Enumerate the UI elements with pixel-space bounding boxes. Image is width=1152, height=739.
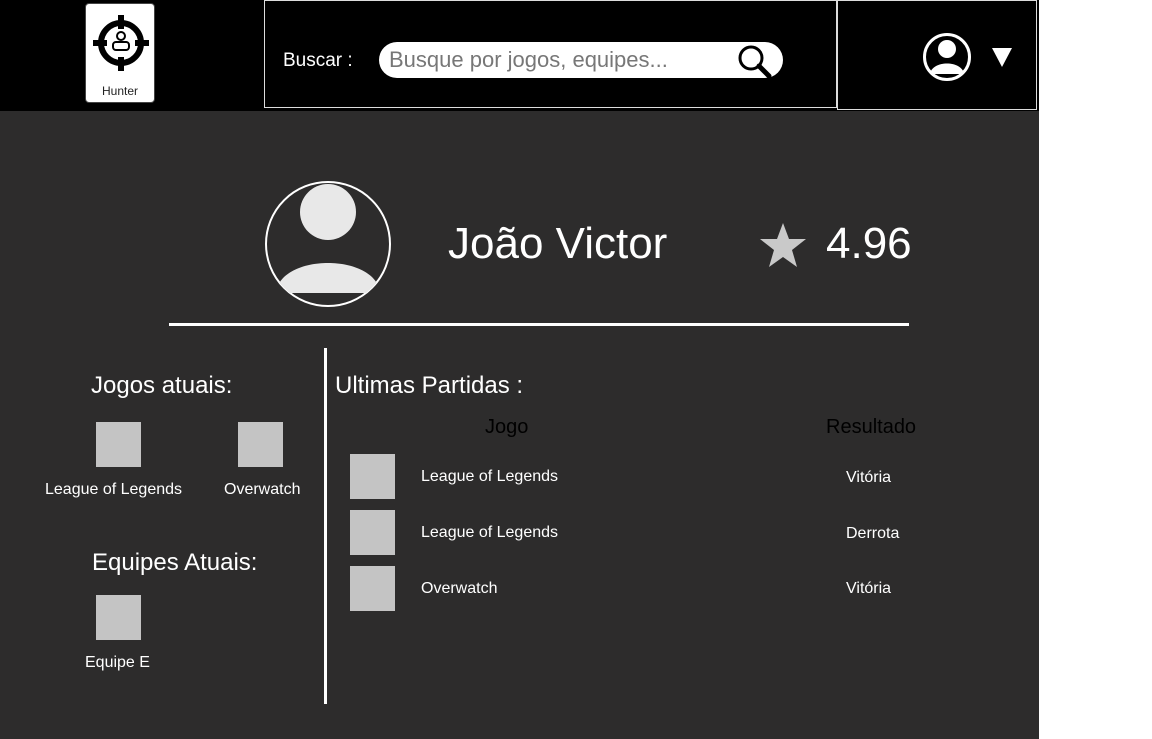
search-input[interactable] [389,46,719,74]
search-box[interactable] [379,42,783,78]
top-bar: Hunter Buscar : [0,0,1039,111]
match-game[interactable]: Overwatch [421,580,497,598]
user-avatar-icon[interactable] [923,32,971,82]
team-thumbnail-equipe-e[interactable] [96,595,141,640]
game-label-league-of-legends[interactable]: League of Legends [45,481,182,499]
match-thumbnail[interactable] [350,454,395,499]
match-thumbnail[interactable] [350,566,395,611]
search-label: Buscar : [283,50,353,71]
match-result: Vitória [846,469,892,486]
game-thumbnail-overwatch[interactable] [238,422,283,467]
recent-matches-title: Ultimas Partidas : [335,372,524,399]
profile-rating: 4.96 [826,219,912,268]
column-header-game: Jogo [485,416,529,438]
game-thumbnail-league-of-legends[interactable] [96,422,141,467]
search-icon[interactable] [735,44,779,78]
match-result: Vitória [846,580,892,597]
current-teams-title: Equipes Atuais: [92,549,258,576]
match-game[interactable]: League of Legends [421,468,558,486]
current-games-title: Jogos atuais: [91,372,233,399]
team-label-equipe-e[interactable]: Equipe E [85,654,150,672]
match-game[interactable]: League of Legends [421,524,558,542]
game-label-overwatch[interactable]: Overwatch [224,481,300,499]
user-menu[interactable] [837,0,1037,110]
logo-text: Hunter [101,84,139,98]
profile-avatar [265,181,391,307]
star-icon [760,223,806,267]
crosshair-gamepad-icon [93,15,149,71]
match-result: Derrota [846,525,900,542]
logo[interactable]: Hunter [85,3,155,103]
column-divider [324,348,327,704]
profile-name: João Victor [448,219,668,268]
app-window: Hunter Buscar : Busque por jogos, equipe… [0,0,1039,739]
profile-divider [169,323,909,326]
search-panel: Buscar : [264,0,837,108]
column-header-result: Resultado [826,416,917,438]
caret-down-icon[interactable] [990,45,1014,69]
match-thumbnail[interactable] [350,510,395,555]
